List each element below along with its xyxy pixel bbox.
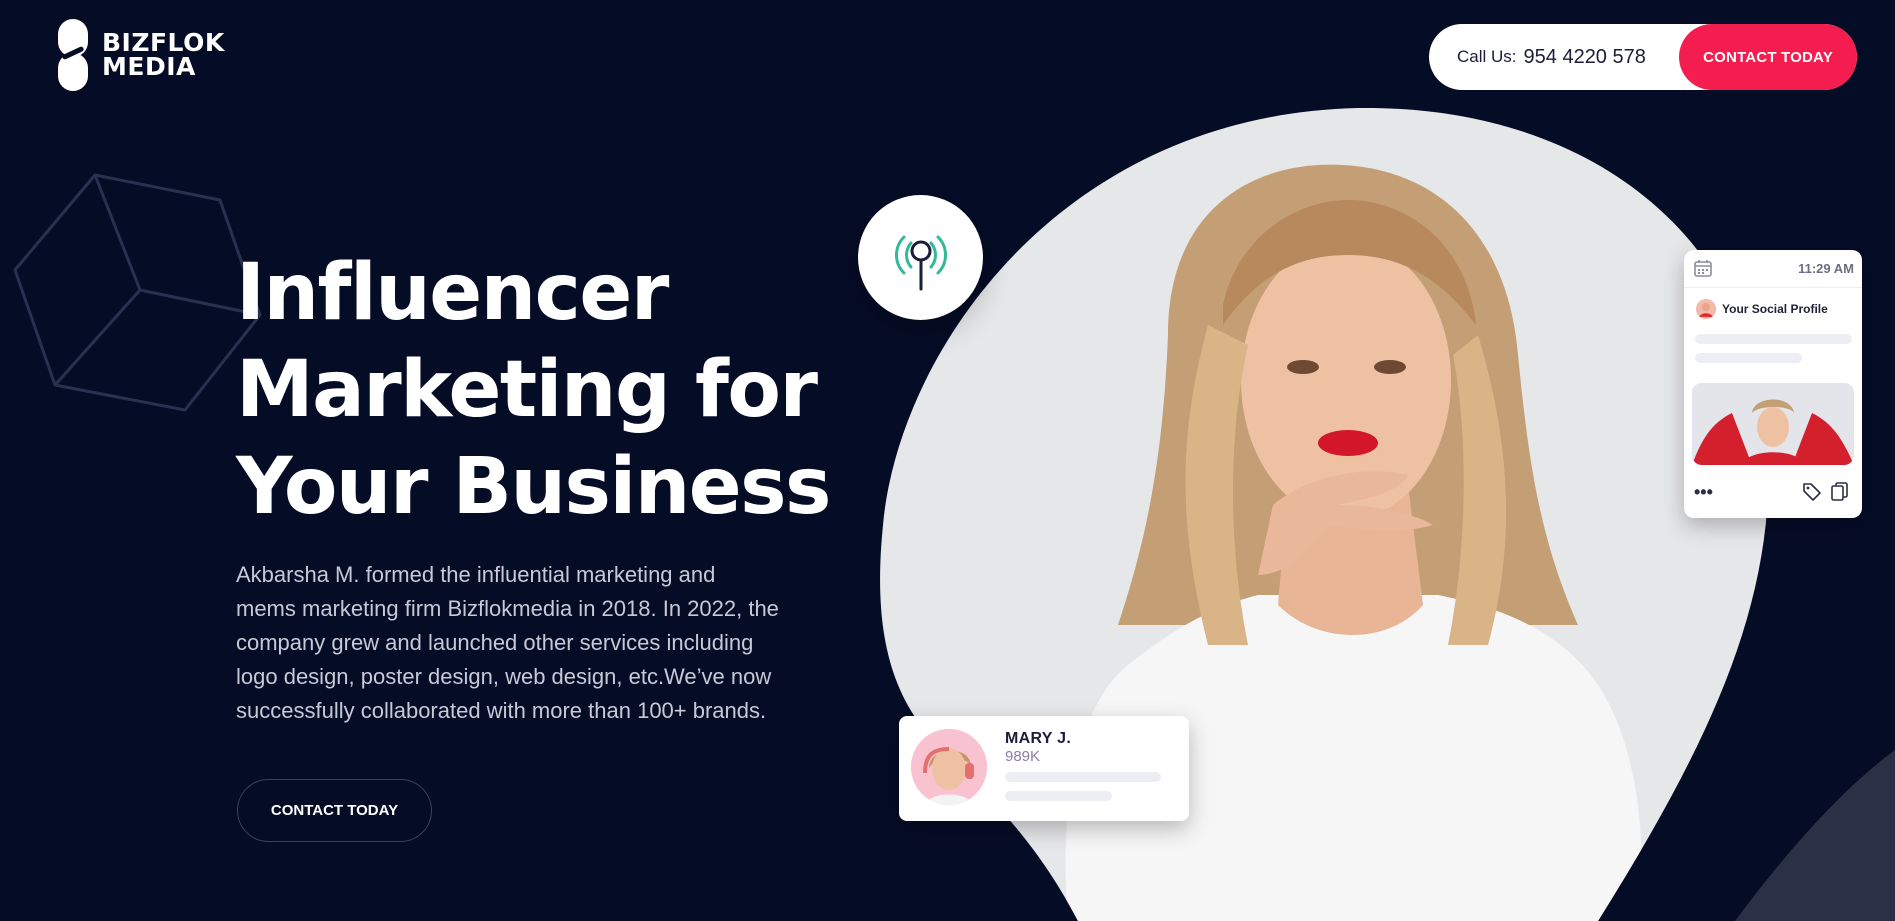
brand-name: BIZFLOK MEDIA	[102, 30, 225, 81]
social-profile-label: Your Social Profile	[1722, 302, 1828, 316]
tag-icon[interactable]	[1802, 481, 1822, 501]
header-contact-pill: Call Us: 954 4220 578 CONTACT TODAY	[1429, 24, 1857, 90]
hero-description: Akbarsha M. formed the influential marke…	[236, 558, 836, 728]
brand-logo[interactable]: BIZFLOK MEDIA	[58, 19, 225, 91]
hero-description-line: company grew and launched other services…	[236, 630, 754, 655]
hero-description-line: successfully collaborated with more than…	[236, 698, 767, 723]
hero-contact-button[interactable]: CONTACT TODAY	[237, 779, 432, 842]
copy-icon[interactable]	[1830, 481, 1850, 501]
more-dots-icon[interactable]: •••	[1694, 482, 1713, 503]
influencer-card[interactable]: MARY J. 989K	[899, 716, 1189, 821]
placeholder-line	[1005, 772, 1161, 782]
hero-title-line: Influencer	[236, 248, 669, 338]
phone-number[interactable]: 954 4220 578	[1524, 46, 1646, 69]
avatar	[911, 729, 987, 805]
hero-title-line: Marketing for	[236, 345, 818, 435]
social-post-photo	[1692, 383, 1854, 465]
influencer-followers: 989K	[1005, 748, 1041, 765]
hero-description-line: mems marketing firm Bizflokmedia in 2018…	[236, 596, 779, 621]
calendar-icon	[1694, 260, 1712, 277]
hero-description-line: Akbarsha M. formed the influential marke…	[236, 562, 716, 587]
placeholder-line	[1695, 353, 1802, 363]
placeholder-line	[1695, 334, 1852, 344]
bizflok-logo-icon	[58, 19, 88, 91]
hero-title: Influencer Marketing for Your Business	[236, 245, 836, 536]
broadcast-antenna-badge	[858, 195, 983, 320]
influencer-name: MARY J.	[1005, 730, 1072, 747]
avatar	[1696, 299, 1716, 319]
social-profile-card: 11:29 AM Your Social Profile •••	[1684, 250, 1862, 518]
call-us[interactable]: Call Us: 954 4220 578	[1457, 24, 1646, 90]
broadcast-antenna-icon	[894, 235, 947, 290]
header-contact-button[interactable]: CONTACT TODAY	[1679, 24, 1857, 90]
social-card-header: 11:29 AM	[1684, 250, 1862, 288]
call-us-label: Call Us:	[1457, 47, 1517, 66]
wireframe-cube-icon	[13, 173, 262, 412]
hero-description-line: logo design, poster design, web design, …	[236, 664, 772, 689]
social-card-time: 11:29 AM	[1798, 261, 1854, 276]
placeholder-line	[1005, 791, 1112, 801]
brand-name-line2: MEDIA	[102, 52, 196, 81]
social-profile-row[interactable]: Your Social Profile	[1696, 299, 1828, 319]
hero-title-line: Your Business	[236, 442, 832, 532]
